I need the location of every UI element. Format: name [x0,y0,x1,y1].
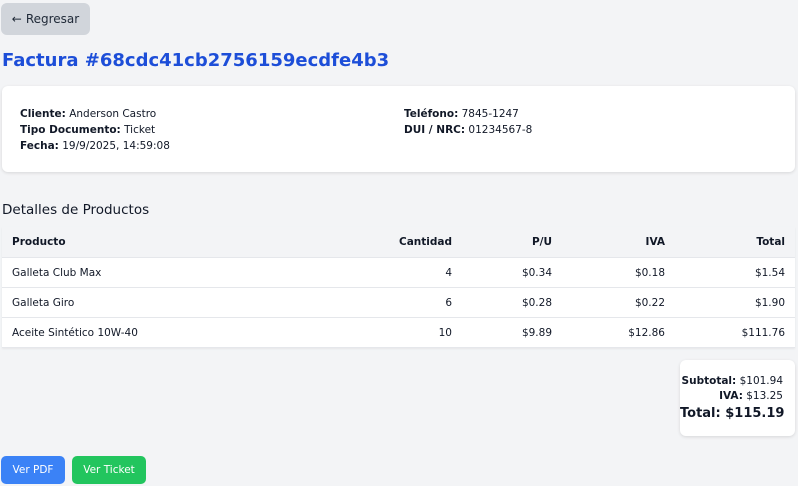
products-section-title: Detalles de Productos [2,202,150,218]
cell-pu: $0.34 [462,257,562,288]
cell-total: $111.76 [675,317,795,348]
invoice-title: Factura #68cdc41cb2756159ecdfe4b3 [2,50,390,71]
table-row: Galleta Giro 6 $0.28 $0.22 $1.90 [2,287,795,318]
fecha-row: Fecha: 19/9/2025, 14:59:08 [20,138,170,154]
invoice-page: ← Regresar Factura #68cdc41cb2756159ecdf… [0,0,798,486]
column-header-producto: Producto [2,227,342,258]
cell-cantidad: 4 [342,257,462,288]
dui-nrc-row: DUI / NRC: 01234567-8 [404,122,532,138]
cell-producto: Aceite Sintético 10W-40 [2,317,342,348]
dui-nrc-label: DUI / NRC: [404,124,466,136]
telefono-row: Teléfono: 7845-1247 [404,106,532,122]
ver-pdf-button[interactable]: Ver PDF [1,456,65,484]
cell-iva: $12.86 [562,317,675,348]
products-table: Producto Cantidad P/U IVA Total Galleta … [2,227,795,348]
cell-pu: $0.28 [462,287,562,318]
tipo-documento-label: Tipo Documento: [20,124,121,136]
cell-cantidad: 6 [342,287,462,318]
fecha-value: 19/9/2025, 14:59:08 [62,140,170,152]
cell-producto: Galleta Giro [2,287,342,318]
cliente-row: Cliente: Anderson Castro [20,106,170,122]
fecha-label: Fecha: [20,140,59,152]
grand-total-label: Total: [680,406,721,421]
cell-cantidad: 10 [342,317,462,348]
back-button[interactable]: ← Regresar [1,3,90,35]
iva-total-label: IVA: [719,390,743,402]
iva-total-row: IVA: $13.25 [680,389,783,404]
tipo-documento-value: Ticket [124,124,156,136]
column-header-cantidad: Cantidad [342,227,462,258]
cell-producto: Galleta Club Max [2,257,342,288]
totals-card: Subtotal: $101.94 IVA: $13.25 Total: $11… [680,360,795,436]
column-header-pu: P/U [462,227,562,258]
cell-pu: $9.89 [462,317,562,348]
subtotal-row: Subtotal: $101.94 [680,374,783,389]
back-button-label: Regresar [25,12,80,26]
table-row: Aceite Sintético 10W-40 10 $9.89 $12.86 … [2,317,795,348]
table-row: Galleta Club Max 4 $0.34 $0.18 $1.54 [2,257,795,288]
dui-nrc-value: 01234567-8 [468,124,533,136]
arrow-left-icon: ← [11,12,22,26]
grand-total-row: Total: $115.19 [680,404,785,423]
cliente-label: Cliente: [20,108,66,120]
cell-total: $1.90 [675,287,795,318]
cliente-value: Anderson Castro [69,108,157,120]
column-header-iva: IVA [562,227,675,258]
cell-iva: $0.22 [562,287,675,318]
cell-total: $1.54 [675,257,795,288]
iva-total-value: $13.25 [746,390,783,402]
ver-ticket-button[interactable]: Ver Ticket [72,456,146,484]
column-header-total: Total [675,227,795,258]
customer-info-right: Teléfono: 7845-1247 DUI / NRC: 01234567-… [404,106,532,138]
subtotal-label: Subtotal: [681,375,737,387]
customer-info-card: Cliente: Anderson Castro Tipo Documento:… [2,86,795,172]
table-header-row: Producto Cantidad P/U IVA Total [2,227,795,258]
subtotal-value: $101.94 [739,375,783,387]
tipo-documento-row: Tipo Documento: Ticket [20,122,170,138]
grand-total-value: $115.19 [725,406,785,421]
telefono-label: Teléfono: [404,108,459,120]
cell-iva: $0.18 [562,257,675,288]
customer-info-left: Cliente: Anderson Castro Tipo Documento:… [20,106,170,154]
telefono-value: 7845-1247 [461,108,519,120]
